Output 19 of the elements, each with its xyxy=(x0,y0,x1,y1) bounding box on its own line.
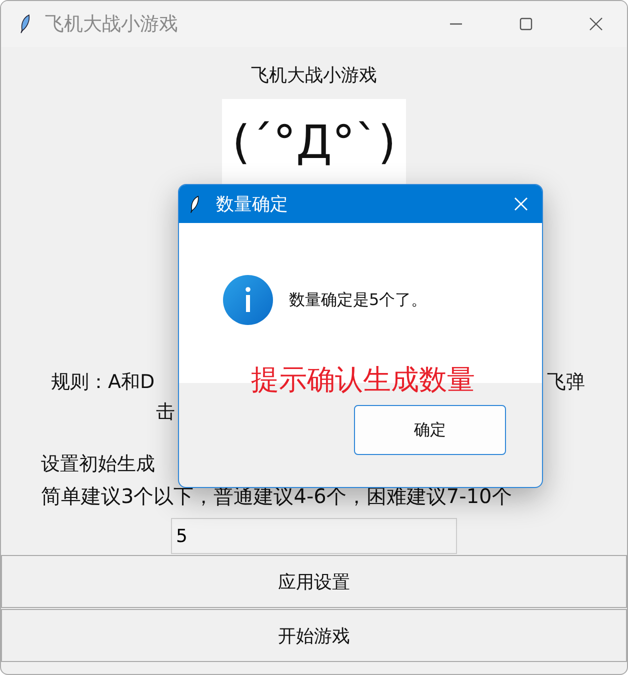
annotation-text: 提示确认生成数量 xyxy=(251,362,475,398)
setting-label: 设置初始生成 xyxy=(41,452,155,477)
action-button[interactable]: 应用设置 xyxy=(1,555,627,608)
dialog-message: 数量确定是5个了。 xyxy=(289,290,428,310)
rules-text: 飞弹 xyxy=(547,370,585,395)
dialog-title: 数量确定 xyxy=(216,193,288,216)
maximize-icon[interactable] xyxy=(519,17,533,31)
game-heading: 飞机大战小游戏 xyxy=(251,64,377,87)
window-title: 飞机大战小游戏 xyxy=(45,12,178,37)
count-field[interactable]: 5 xyxy=(171,518,457,554)
rules-text: 击 xyxy=(156,401,175,423)
face-label: (´°Д°`) xyxy=(222,99,406,185)
rules-text: 规则：A和D xyxy=(51,371,155,393)
feather-icon xyxy=(19,14,31,34)
ok-button[interactable]: 确定 xyxy=(354,405,506,455)
feather-icon xyxy=(189,194,200,214)
info-icon xyxy=(223,275,273,325)
action-button[interactable]: 开始游戏 xyxy=(1,609,627,662)
close-icon[interactable] xyxy=(589,17,603,31)
